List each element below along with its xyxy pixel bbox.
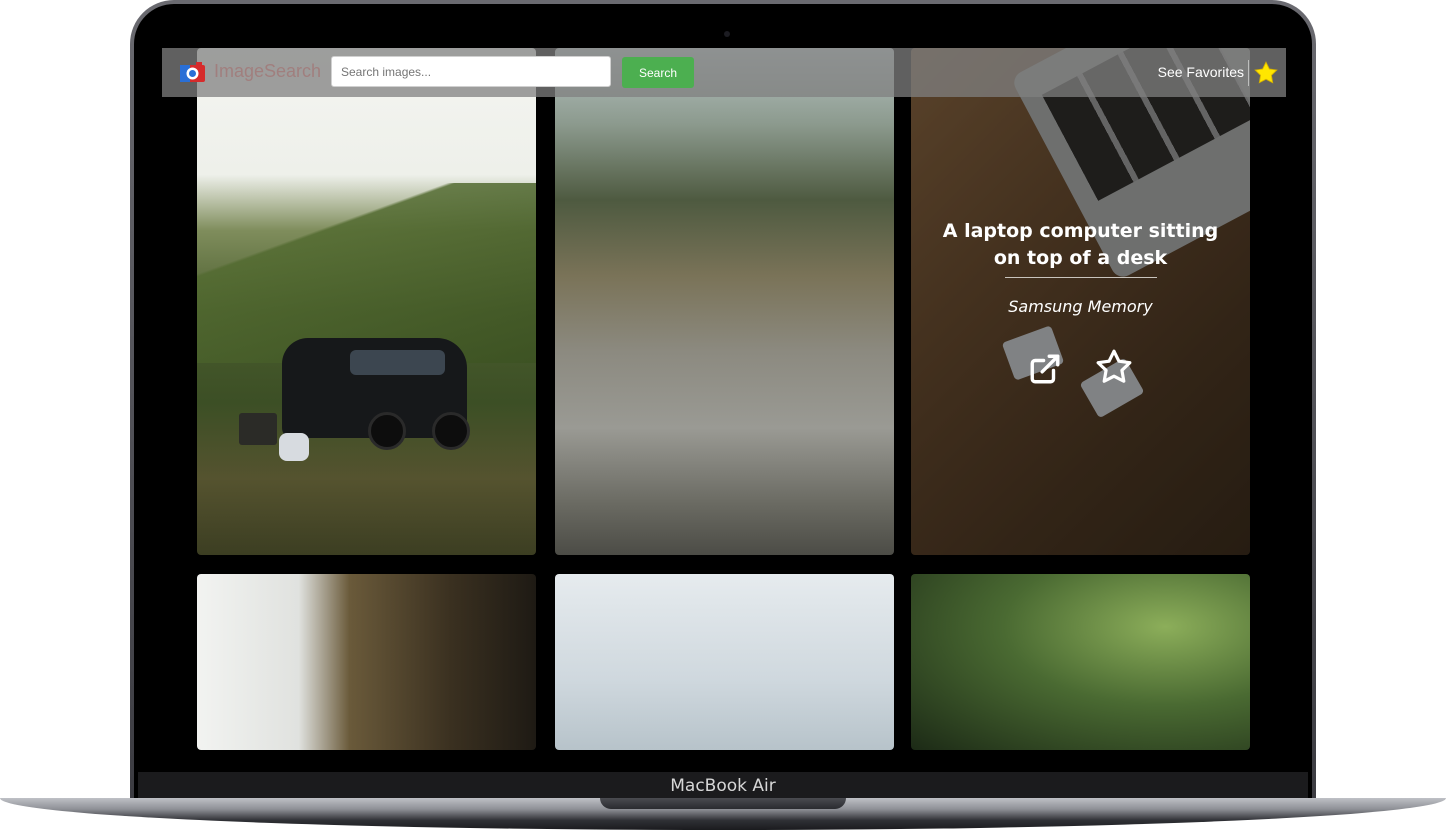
photo-car-wheel xyxy=(368,412,406,450)
search-button[interactable]: Search xyxy=(622,57,694,88)
photo-bag xyxy=(279,433,309,461)
gallery-card[interactable] xyxy=(555,48,894,555)
navbar-divider xyxy=(1248,60,1249,86)
photo-cooler xyxy=(239,413,277,445)
gallery-card[interactable] xyxy=(197,48,536,555)
navbar: ImageSearch Search See Favorites xyxy=(162,48,1286,97)
see-favorites-link[interactable]: See Favorites xyxy=(1158,64,1244,80)
star-outline-icon[interactable] xyxy=(1095,348,1133,391)
brand-name[interactable]: ImageSearch xyxy=(214,61,321,82)
external-link-icon[interactable] xyxy=(1028,352,1062,391)
search-input[interactable] xyxy=(331,56,611,87)
camera-logo-icon[interactable] xyxy=(179,61,206,83)
photo-car-window xyxy=(350,350,445,375)
gallery-card[interactable] xyxy=(555,574,894,750)
card-actions xyxy=(911,348,1250,391)
gallery-card[interactable] xyxy=(197,574,536,750)
laptop-notch xyxy=(600,798,846,809)
gallery-card[interactable] xyxy=(911,574,1250,750)
webcam xyxy=(724,31,730,37)
gallery-card-hovered[interactable]: A laptop computer sitting on top of a de… xyxy=(911,48,1250,555)
card-author: Samsung Memory xyxy=(1008,297,1153,316)
app-screen: A laptop computer sitting on top of a de… xyxy=(162,48,1286,750)
photo-car-wheel xyxy=(432,412,470,450)
laptop-chin-label: MacBook Air xyxy=(138,772,1308,800)
card-divider xyxy=(1005,277,1157,278)
card-hover-overlay: A laptop computer sitting on top of a de… xyxy=(911,48,1250,555)
photo-car xyxy=(282,338,470,450)
star-filled-icon[interactable] xyxy=(1253,60,1279,91)
card-title: A laptop computer sitting on top of a de… xyxy=(942,220,1219,269)
photo-hill xyxy=(197,183,536,363)
